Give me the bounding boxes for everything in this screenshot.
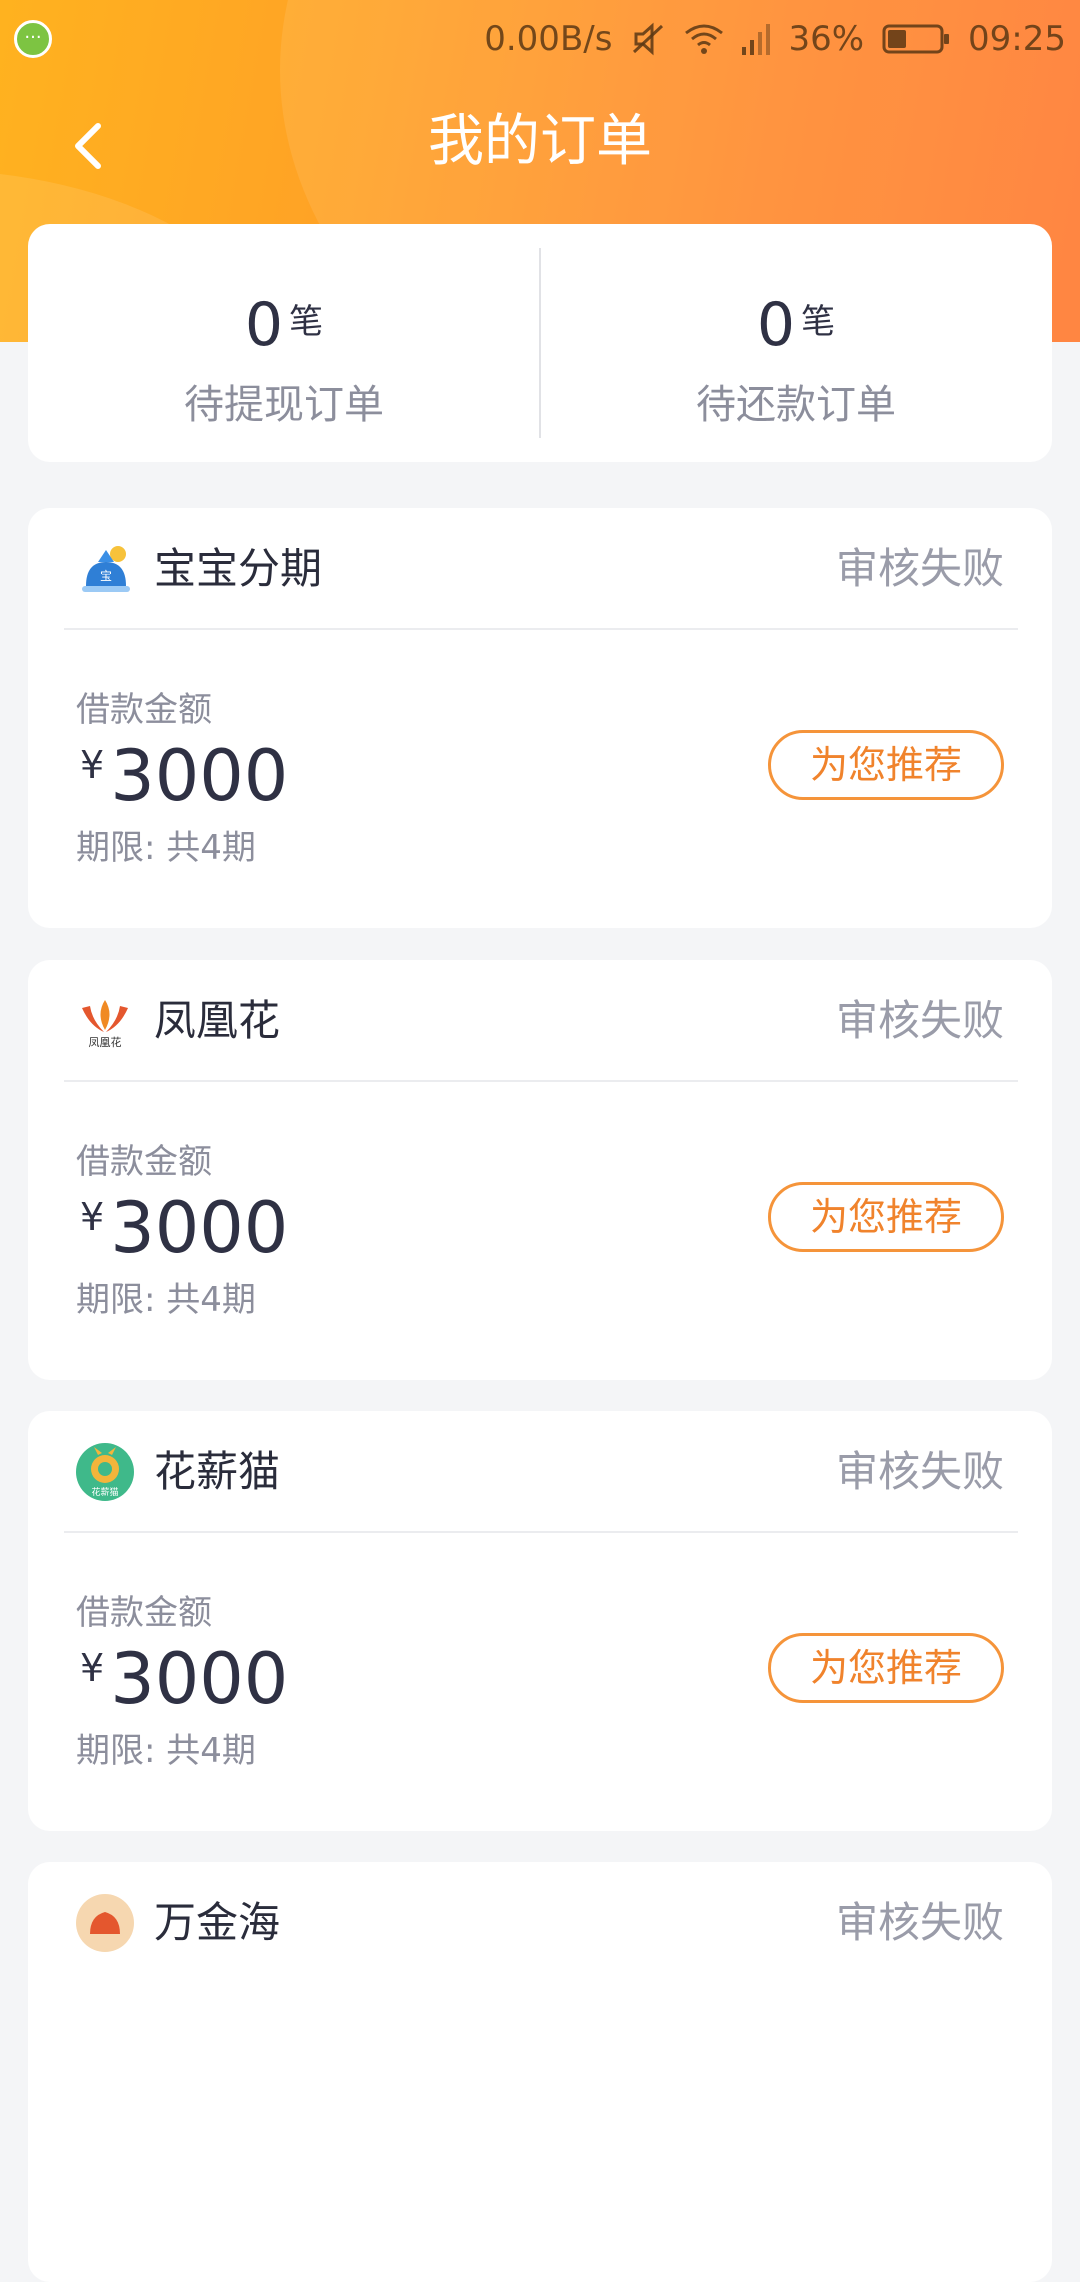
order-name: 宝宝分期 xyxy=(154,544,323,593)
svg-text:花薪猫: 花薪猫 xyxy=(91,1486,118,1498)
pending-withdrawal-summary[interactable]: 0笔 待提现订单 xyxy=(28,224,540,462)
signal-icon xyxy=(742,23,771,55)
amount-label: 借款金额 xyxy=(76,1593,212,1633)
summary-label: 待提现订单 xyxy=(184,382,384,428)
svg-text:宝: 宝 xyxy=(100,569,112,583)
status-bar-right: 0.00B/s 36% 09:25 xyxy=(484,16,1066,62)
order-name: 万金海 xyxy=(154,1898,281,1947)
order-status: 审核失败 xyxy=(835,1447,1004,1496)
recommend-button[interactable]: 为您推荐 xyxy=(768,1633,1004,1703)
currency-symbol: ¥ xyxy=(80,743,105,787)
summary-count: 0 xyxy=(756,290,796,360)
amount-value: 3000 xyxy=(110,1638,289,1720)
loan-term: 期限: 共4期 xyxy=(76,1280,256,1320)
page-title: 我的订单 xyxy=(428,109,652,174)
baobao-logo-icon: 宝 xyxy=(76,540,134,598)
summary-count-line: 0笔 xyxy=(28,290,540,360)
recommend-button[interactable]: 为您推荐 xyxy=(768,730,1004,800)
loan-term: 期限: 共4期 xyxy=(76,1731,256,1771)
battery-icon xyxy=(882,24,950,54)
summary-count-line: 0笔 xyxy=(540,290,1052,360)
order-status: 审核失败 xyxy=(835,1898,1004,1947)
cat-logo-icon: 花薪猫 xyxy=(76,1443,134,1501)
summary-label: 待还款订单 xyxy=(696,382,896,428)
svg-text:凤凰花: 凤凰花 xyxy=(89,1036,122,1049)
order-name: 凤凰花 xyxy=(154,996,281,1045)
network-speed: 0.00B/s xyxy=(484,19,613,59)
mute-icon xyxy=(630,22,666,56)
pending-repayment-summary[interactable]: 0笔 待还款订单 xyxy=(540,224,1052,462)
card-divider xyxy=(64,628,1018,630)
loan-amount: ¥3000 xyxy=(80,1639,288,1738)
amount-value: 3000 xyxy=(110,1187,289,1269)
order-card[interactable]: 万金海 审核失败 xyxy=(28,1862,1052,2282)
order-name: 花薪猫 xyxy=(154,1447,281,1496)
wanjinhai-logo-icon xyxy=(76,1894,134,1952)
card-divider xyxy=(64,1531,1018,1533)
amount-label: 借款金额 xyxy=(76,1142,212,1182)
loan-amount: ¥3000 xyxy=(80,736,288,835)
order-card[interactable]: 花薪猫 花薪猫 审核失败 借款金额 ¥3000 期限: 共4期 为您推荐 xyxy=(28,1411,1052,1831)
wifi-icon xyxy=(684,23,724,55)
order-card[interactable]: 宝 宝宝分期 审核失败 借款金额 ¥3000 期限: 共4期 为您推荐 xyxy=(28,508,1052,928)
order-summary-card: 0笔 待提现订单 0笔 待还款订单 xyxy=(28,224,1052,462)
clock: 09:25 xyxy=(968,19,1066,59)
order-status: 审核失败 xyxy=(835,544,1004,593)
status-bar: ··· 0.00B/s 36% 09:25 xyxy=(0,0,1080,78)
phoenix-logo-icon: 凤凰花 xyxy=(76,992,134,1050)
order-status: 审核失败 xyxy=(835,996,1004,1045)
amount-label: 借款金额 xyxy=(76,690,212,730)
loan-term: 期限: 共4期 xyxy=(76,828,256,868)
currency-symbol: ¥ xyxy=(80,1646,105,1690)
recommend-button[interactable]: 为您推荐 xyxy=(768,1182,1004,1252)
amount-value: 3000 xyxy=(110,735,289,817)
card-divider xyxy=(64,1080,1018,1082)
summary-unit: 笔 xyxy=(801,302,836,342)
currency-symbol: ¥ xyxy=(80,1195,105,1239)
wechat-notification-icon: ··· xyxy=(14,20,52,58)
loan-amount: ¥3000 xyxy=(80,1188,288,1287)
summary-unit: 笔 xyxy=(289,302,324,342)
order-card[interactable]: 凤凰花 凤凰花 审核失败 借款金额 ¥3000 期限: 共4期 为您推荐 xyxy=(28,960,1052,1380)
summary-count: 0 xyxy=(244,290,284,360)
battery-percent: 36% xyxy=(788,19,865,59)
